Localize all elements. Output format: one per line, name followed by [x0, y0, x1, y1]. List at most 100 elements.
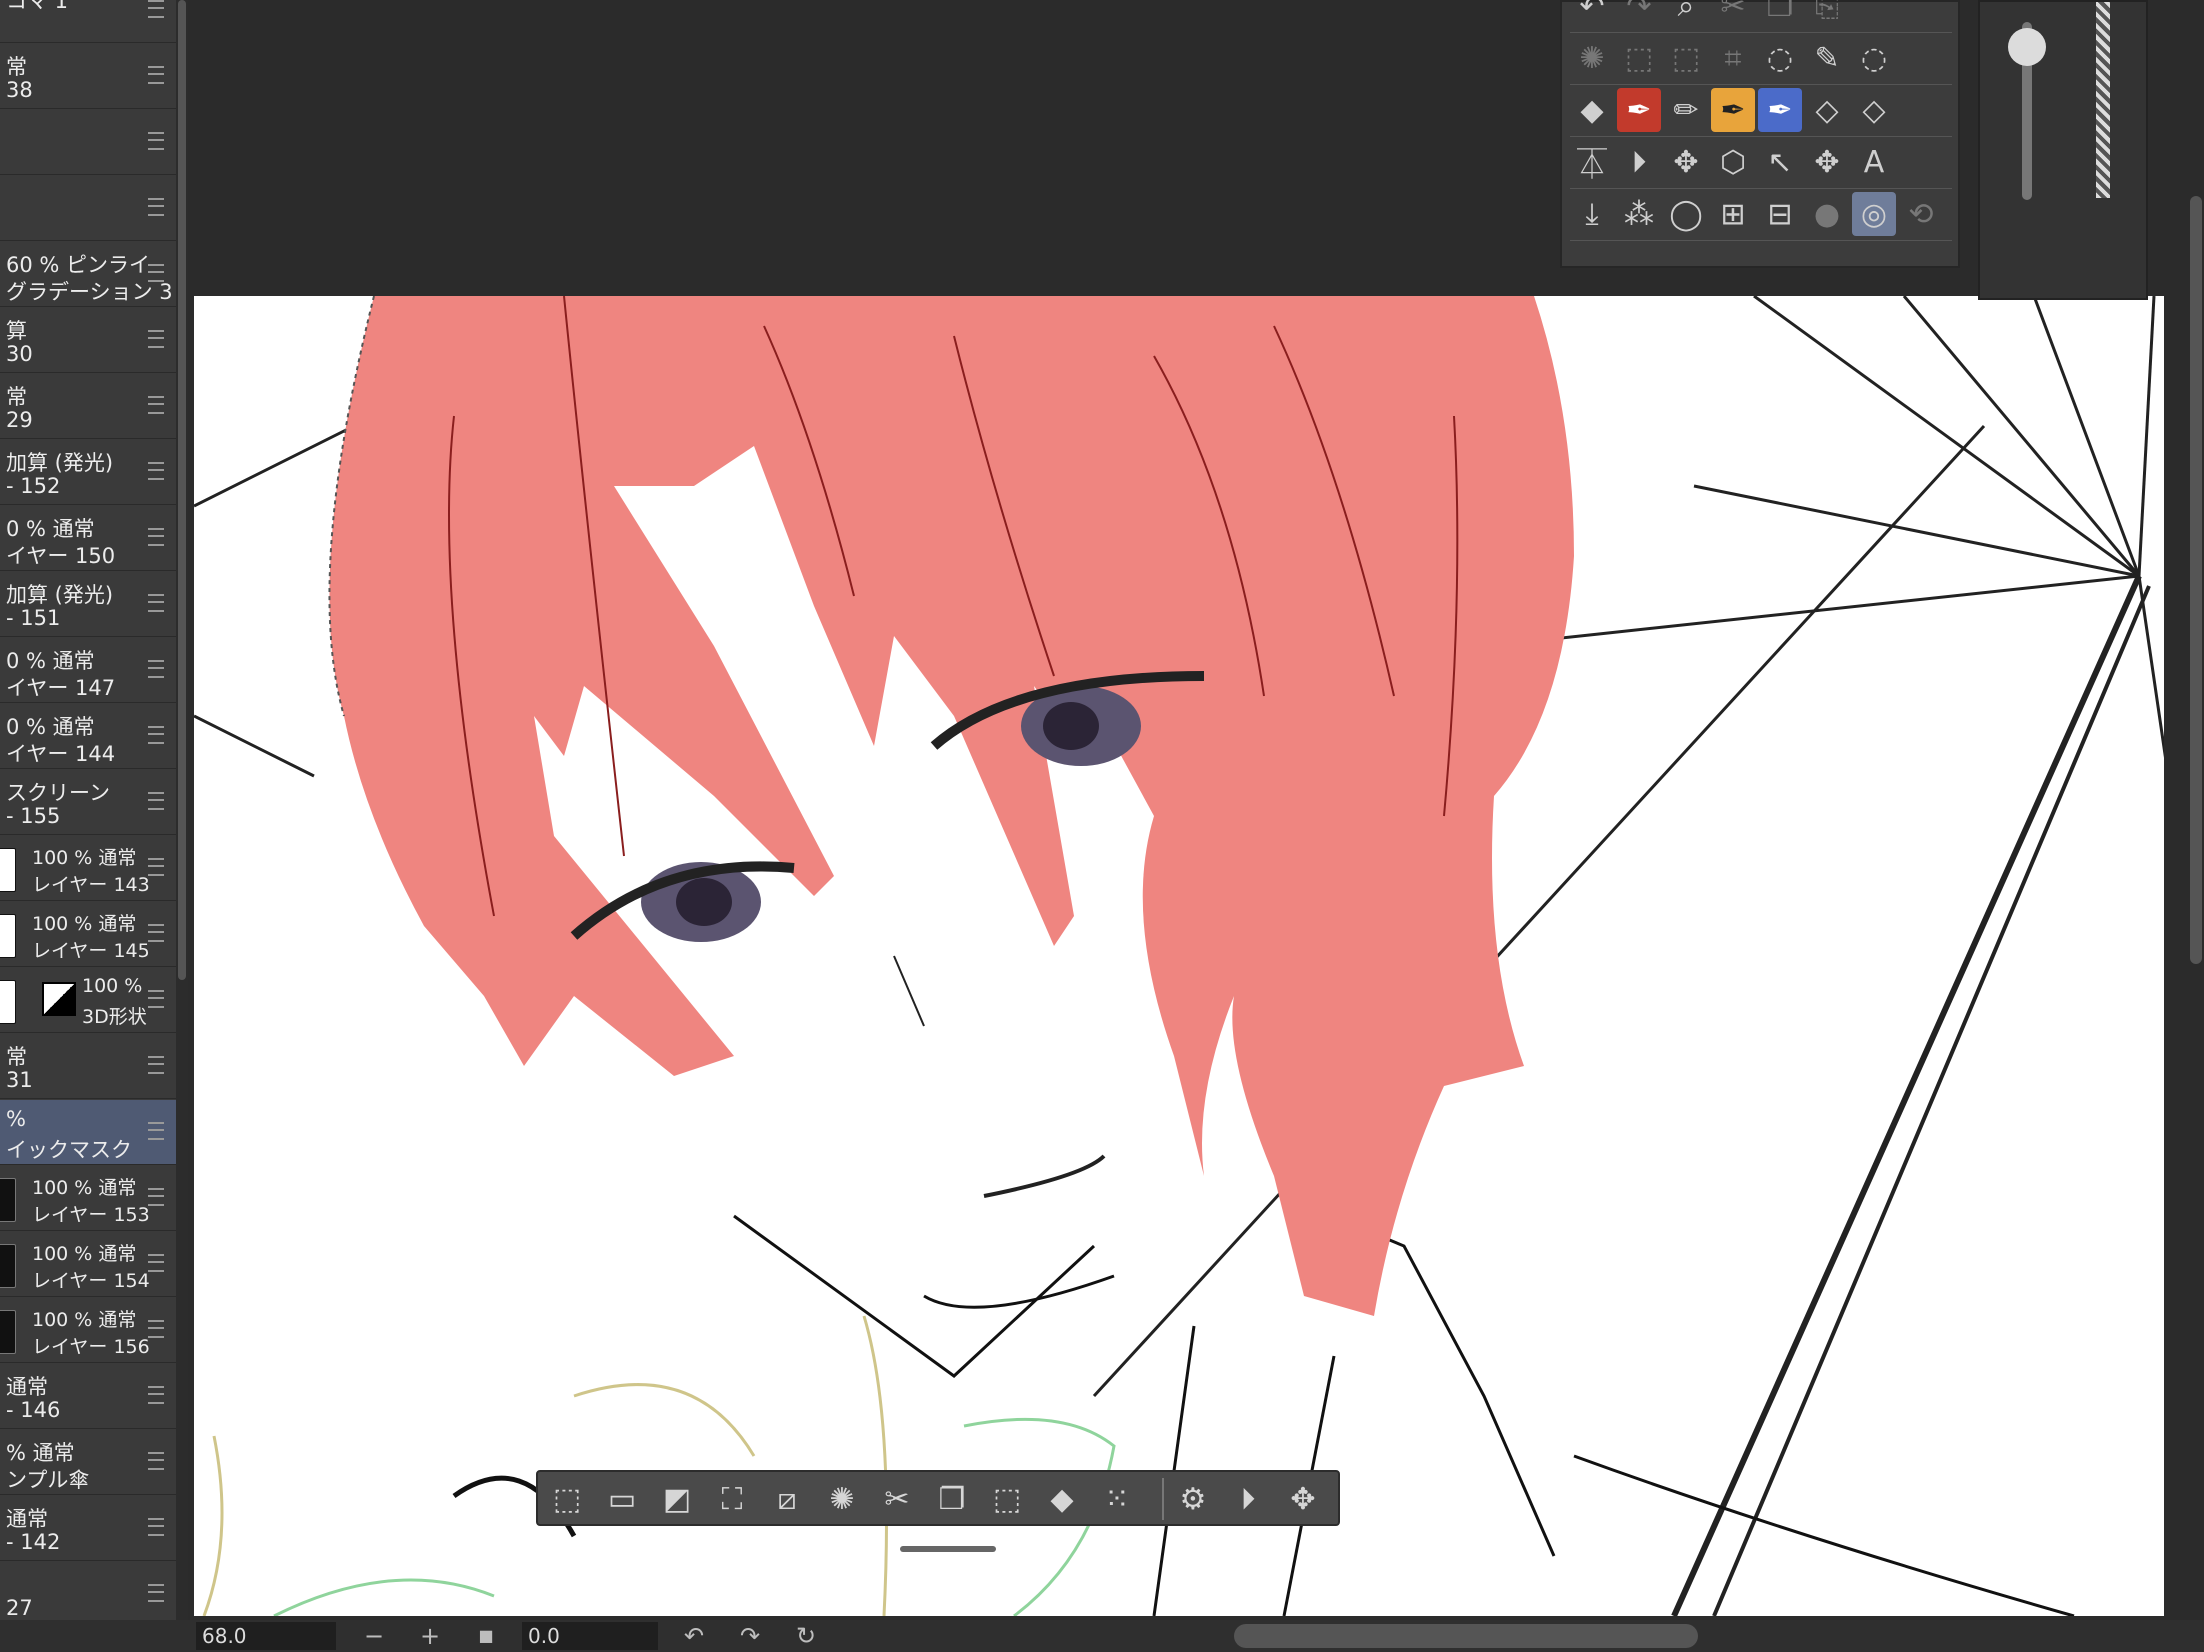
- layer-menu-icon[interactable]: [148, 1584, 164, 1602]
- move-layer-icon[interactable]: ✥: [1664, 140, 1708, 184]
- layer-menu-icon[interactable]: [148, 1056, 164, 1074]
- quick-mask-icon[interactable]: ◎: [1852, 192, 1896, 236]
- 3d-object-icon[interactable]: ⬡: [1711, 140, 1755, 184]
- pen-red-icon[interactable]: ✒: [1617, 88, 1661, 132]
- layer-row[interactable]: 100 % 通常 レイヤー 156: [0, 1298, 176, 1363]
- layer-row[interactable]: 27: [0, 1562, 176, 1627]
- layer-row[interactable]: 通常 - 146: [0, 1364, 176, 1429]
- layer-menu-icon[interactable]: [148, 66, 164, 84]
- select-all-icon[interactable]: ▭: [601, 1478, 643, 1520]
- fit-window-button[interactable]: ■: [466, 1620, 506, 1652]
- loading-icon[interactable]: ✺: [1570, 36, 1614, 80]
- layer-menu-icon[interactable]: [148, 330, 164, 348]
- dots-add-icon[interactable]: ⁙: [1096, 1478, 1138, 1520]
- brush-size-knob[interactable]: [2008, 27, 2046, 66]
- zoom-out-button[interactable]: −: [354, 1620, 394, 1652]
- eraser-icon[interactable]: ◇: [1805, 88, 1849, 132]
- layer-menu-icon[interactable]: [148, 462, 164, 480]
- page-search-icon[interactable]: ⌕: [1664, 0, 1708, 28]
- import-icon[interactable]: ⤓: [1570, 192, 1614, 236]
- layer-row[interactable]: 常 29: [0, 374, 176, 439]
- expand-selection-icon[interactable]: ⛶: [711, 1478, 753, 1520]
- flip-horizontal-icon[interactable]: ⏵: [1617, 140, 1661, 184]
- toolbar-drag-handle[interactable]: [900, 1546, 996, 1552]
- lasso-icon[interactable]: ◌: [1758, 36, 1802, 80]
- shrink-selection-icon[interactable]: ⧄: [766, 1478, 808, 1520]
- layer-menu-icon[interactable]: [148, 858, 164, 876]
- layer-menu-icon[interactable]: [148, 1386, 164, 1404]
- layer-menu-icon[interactable]: [148, 1452, 164, 1470]
- record-icon[interactable]: ●: [1805, 192, 1849, 236]
- layer-row[interactable]: コマ 1: [0, 0, 176, 43]
- layer-row[interactable]: 60 % ピンライ グラデーション 3: [0, 242, 176, 307]
- select-object-icon[interactable]: ↖: [1758, 140, 1802, 184]
- layer-row[interactable]: 100 % 通常 レイヤー 143: [0, 836, 176, 901]
- layer-menu-icon[interactable]: [148, 660, 164, 678]
- layer-row[interactable]: 常 31: [0, 1034, 176, 1099]
- layer-menu-icon[interactable]: [148, 924, 164, 942]
- layer-row[interactable]: 常 38: [0, 44, 176, 109]
- selection-settings-icon[interactable]: ⚙: [1172, 1478, 1214, 1520]
- copy-icon[interactable]: ❐: [1758, 0, 1802, 28]
- rotate-right-button[interactable]: ↷: [730, 1620, 770, 1652]
- layer-menu-icon[interactable]: [148, 396, 164, 414]
- layer-menu-icon[interactable]: [148, 726, 164, 744]
- layer-row[interactable]: [0, 110, 176, 175]
- layer-menu-icon[interactable]: [148, 198, 164, 216]
- layer-row[interactable]: 0 % 通常 イヤー 147: [0, 638, 176, 703]
- layer-menu-icon[interactable]: [148, 1122, 164, 1140]
- layer-row[interactable]: % イックマスク: [0, 1100, 176, 1165]
- layer-row[interactable]: 100 % 通常 レイヤー 153: [0, 1166, 176, 1231]
- eraser-soft-icon[interactable]: ◇: [1852, 88, 1896, 132]
- rotate-left-button[interactable]: ↶: [674, 1620, 714, 1652]
- layer-row[interactable]: 算 30: [0, 308, 176, 373]
- pen-blue-icon[interactable]: ✒: [1758, 88, 1802, 132]
- copy-selection-icon[interactable]: ❐: [931, 1478, 973, 1520]
- fill-selection-icon[interactable]: ◆: [1041, 1478, 1083, 1520]
- layer-row[interactable]: 加算 (発光) - 151: [0, 572, 176, 637]
- flip-vertical-icon[interactable]: ⏄: [1570, 140, 1614, 184]
- layer-row[interactable]: 100 % 3D形状: [0, 968, 176, 1033]
- canvas-vertical-scrollbar[interactable]: [2190, 196, 2202, 964]
- zoom-in-button[interactable]: +: [410, 1620, 450, 1652]
- transform-icon[interactable]: ⬚: [1617, 36, 1661, 80]
- layer-menu-icon[interactable]: [148, 1254, 164, 1272]
- layer-row[interactable]: スクリーン - 155: [0, 770, 176, 835]
- layer-row[interactable]: 通常 - 142: [0, 1496, 176, 1561]
- frame-icon[interactable]: ⊟: [1758, 192, 1802, 236]
- fill-bucket-icon[interactable]: ◆: [1570, 88, 1614, 132]
- pen-select-icon[interactable]: ✎: [1805, 36, 1849, 80]
- layer-row[interactable]: 100 % 通常 レイヤー 154: [0, 1232, 176, 1297]
- layer-row[interactable]: % 通常 ンプル傘: [0, 1430, 176, 1495]
- layer-scroll-thumb[interactable]: [178, 0, 186, 980]
- layer-menu-icon[interactable]: [148, 792, 164, 810]
- free-transform-icon[interactable]: ⬚: [1664, 36, 1708, 80]
- layer-menu-icon[interactable]: [148, 264, 164, 282]
- spray-icon[interactable]: ⁂: [1617, 192, 1661, 236]
- text-icon[interactable]: A: [1852, 140, 1896, 184]
- reset-rotation-button[interactable]: ↻: [786, 1620, 826, 1652]
- opacity-slider[interactable]: [2096, 2, 2110, 198]
- layer-panel-scrollbar[interactable]: [176, 0, 188, 1620]
- layer-row[interactable]: 0 % 通常 イヤー 144: [0, 704, 176, 769]
- loading-icon[interactable]: ✺: [821, 1478, 863, 1520]
- layer-menu-icon[interactable]: [148, 528, 164, 546]
- zoom-input[interactable]: 68.0: [196, 1622, 336, 1650]
- layer-row[interactable]: [0, 176, 176, 241]
- mesh-transform-icon[interactable]: ⌗: [1711, 36, 1755, 80]
- layer-menu-icon[interactable]: [148, 132, 164, 150]
- drawing-canvas[interactable]: [194, 296, 2164, 1616]
- balloon-icon[interactable]: ◯: [1664, 192, 1708, 236]
- paste-icon[interactable]: ⎘: [1805, 0, 1849, 28]
- rotation-input[interactable]: 0.0: [522, 1622, 658, 1650]
- cut-selection-icon[interactable]: ✂: [876, 1478, 918, 1520]
- layer-menu-icon[interactable]: [148, 990, 164, 1008]
- lasso-fill-icon[interactable]: ◌: [1852, 36, 1896, 80]
- cut-icon[interactable]: ✂: [1711, 0, 1755, 28]
- layer-menu-icon[interactable]: [148, 1188, 164, 1206]
- material-icon[interactable]: ⊞: [1711, 192, 1755, 236]
- layer-menu-icon[interactable]: [148, 1518, 164, 1536]
- layer-menu-icon[interactable]: [148, 594, 164, 612]
- move-icon[interactable]: ✥: [1805, 140, 1849, 184]
- crop-icon[interactable]: ⬚: [986, 1478, 1028, 1520]
